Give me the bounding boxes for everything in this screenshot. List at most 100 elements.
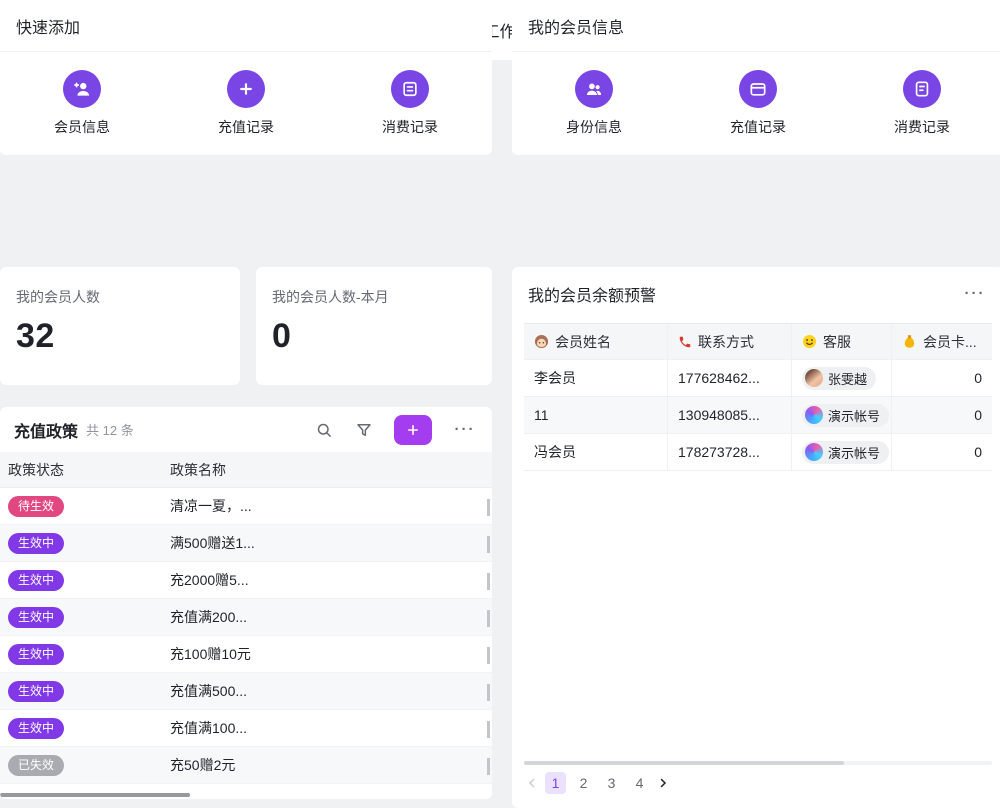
recharge-policy-title: 充值政策 xyxy=(14,418,78,442)
member-add-icon xyxy=(63,70,101,108)
policy-row[interactable]: 生效中 充2000赠5... xyxy=(0,562,492,599)
page-button-4[interactable]: 4 xyxy=(629,772,650,794)
cell-balance: 0 xyxy=(892,397,992,433)
cell-balance: 0 xyxy=(892,434,992,470)
cell-policy-name: 充值满200... xyxy=(162,607,492,627)
cell-balance: 0 xyxy=(892,360,992,396)
shortcut-label: 身份信息 xyxy=(566,117,622,137)
vertical-scrollbar[interactable] xyxy=(487,489,490,789)
policy-row[interactable]: 生效中 满500赠送1... xyxy=(0,525,492,562)
table-row[interactable]: 李会员 177628462... 张雯越 0 xyxy=(524,360,992,397)
stat-label: 我的会员人数-本月 xyxy=(256,267,492,307)
shortcut-recharge-record[interactable]: 充值记录 xyxy=(676,52,840,154)
table-row[interactable]: 11 130948085... 演示帐号 0 xyxy=(524,397,992,434)
page-button-2[interactable]: 2 xyxy=(573,772,594,794)
shortcut-consumption-record[interactable]: 消费记录 xyxy=(840,52,1000,154)
avatar xyxy=(805,406,823,424)
status-badge: 生效中 xyxy=(8,681,64,702)
balance-warning-table: 会员姓名 联系方式 客服 会员卡... 李会员 xyxy=(524,323,992,471)
people-icon xyxy=(575,70,613,108)
shortcut-label: 会员信息 xyxy=(54,117,110,137)
column-header-name: 政策名称 xyxy=(162,460,492,480)
column-label: 客服 xyxy=(823,332,851,352)
agent-name: 张雯越 xyxy=(828,369,867,388)
quick-add-title: 快速添加 xyxy=(16,14,80,38)
stat-card-member-count-month: 我的会员人数-本月 0 xyxy=(256,267,492,385)
policy-row[interactable]: 待生效 清凉一夏，... xyxy=(0,488,492,525)
add-policy-button[interactable] xyxy=(394,415,432,445)
policy-row[interactable]: 生效中 充100赠10元 xyxy=(0,636,492,673)
cell-status: 已失效 xyxy=(0,755,162,776)
recharge-policy-toolbar: 充值政策 共 12 条 ··· xyxy=(0,407,492,452)
agent-name: 演示帐号 xyxy=(828,443,880,462)
stat-card-member-count: 我的会员人数 32 xyxy=(0,267,240,385)
filter-icon[interactable] xyxy=(354,420,374,440)
cell-member-name: 11 xyxy=(524,397,668,433)
my-member-info-shortcuts: 身份信息 充值记录 消费记录 xyxy=(512,52,1000,154)
horizontal-scrollbar-thumb[interactable] xyxy=(0,793,190,797)
more-icon[interactable]: ··· xyxy=(452,419,478,441)
balance-warning-header: 我的会员余额预警 ··· xyxy=(512,267,1000,321)
cell-status: 生效中 xyxy=(0,681,162,702)
cell-policy-name: 充值满500... xyxy=(162,681,492,701)
column-label: 会员姓名 xyxy=(555,332,611,352)
cell-policy-name: 充50赠2元 xyxy=(162,755,492,775)
person-emoji-icon xyxy=(534,334,549,349)
more-icon[interactable]: ··· xyxy=(962,283,988,305)
column-header-balance: 会员卡... xyxy=(892,324,992,359)
cell-member-name: 冯会员 xyxy=(524,434,668,470)
cell-agent: 演示帐号 xyxy=(792,434,892,470)
agent-chip: 演示帐号 xyxy=(802,441,889,464)
shortcut-recharge-record[interactable]: 充值记录 xyxy=(164,52,328,154)
cell-contact: 130948085... xyxy=(668,397,792,433)
column-header-member-name: 会员姓名 xyxy=(524,324,668,359)
policy-row[interactable]: 生效中 充值满200... xyxy=(0,599,492,636)
column-header-contact: 联系方式 xyxy=(668,324,792,359)
table-row[interactable]: 冯会员 178273728... 演示帐号 0 xyxy=(524,434,992,471)
policy-row[interactable]: 已失效 充50赠2元 xyxy=(0,747,492,784)
agent-chip: 张雯越 xyxy=(802,367,876,390)
agent-name: 演示帐号 xyxy=(828,406,880,425)
cell-policy-name: 满500赠送1... xyxy=(162,533,492,553)
shortcut-identity-info[interactable]: 身份信息 xyxy=(512,52,676,154)
stat-value: 32 xyxy=(0,307,240,356)
column-label: 联系方式 xyxy=(698,332,754,352)
shortcut-member-info[interactable]: 会员信息 xyxy=(0,52,164,154)
my-member-info-card: 我的会员信息 身份信息 充值记录 xyxy=(512,0,1000,155)
status-badge: 待生效 xyxy=(8,496,64,517)
cell-status: 生效中 xyxy=(0,644,162,665)
cell-contact: 177628462... xyxy=(668,360,792,396)
shortcut-consumption-record[interactable]: 消费记录 xyxy=(328,52,492,154)
policy-header-row: 政策状态 政策名称 xyxy=(0,452,492,488)
page-button-1[interactable]: 1 xyxy=(545,772,566,794)
record-count: 共 12 条 xyxy=(86,420,134,439)
policy-row[interactable]: 生效中 充值满100... xyxy=(0,710,492,747)
cell-status: 待生效 xyxy=(0,496,162,517)
status-badge: 生效中 xyxy=(8,607,64,628)
table-header-row: 会员姓名 联系方式 客服 会员卡... xyxy=(524,324,992,360)
policy-row[interactable]: 生效中 充值满500... xyxy=(0,673,492,710)
scrollbar-thumb[interactable] xyxy=(524,761,844,765)
cell-status: 生效中 xyxy=(0,607,162,628)
search-icon[interactable] xyxy=(314,420,334,440)
cell-policy-name: 充值满100... xyxy=(162,718,492,738)
quick-add-header: 快速添加 xyxy=(0,0,492,52)
cell-policy-name: 充2000赠5... xyxy=(162,570,492,590)
cell-status: 生效中 xyxy=(0,718,162,739)
plus-icon xyxy=(227,70,265,108)
prev-page-icon[interactable] xyxy=(526,777,538,789)
shortcut-label: 消费记录 xyxy=(382,117,438,137)
column-header-status: 政策状态 xyxy=(0,460,162,480)
document-icon xyxy=(903,70,941,108)
quick-add-card: 快速添加 会员信息 充值记录 xyxy=(0,0,492,155)
stat-value: 0 xyxy=(256,307,492,356)
next-page-icon[interactable] xyxy=(657,777,669,789)
phone-icon xyxy=(678,335,692,349)
status-badge: 已失效 xyxy=(8,755,64,776)
column-header-agent: 客服 xyxy=(792,324,892,359)
status-badge: 生效中 xyxy=(8,718,64,739)
cell-status: 生效中 xyxy=(0,570,162,591)
page-button-3[interactable]: 3 xyxy=(601,772,622,794)
horizontal-scrollbar[interactable] xyxy=(524,761,992,765)
cell-member-name: 李会员 xyxy=(524,360,668,396)
